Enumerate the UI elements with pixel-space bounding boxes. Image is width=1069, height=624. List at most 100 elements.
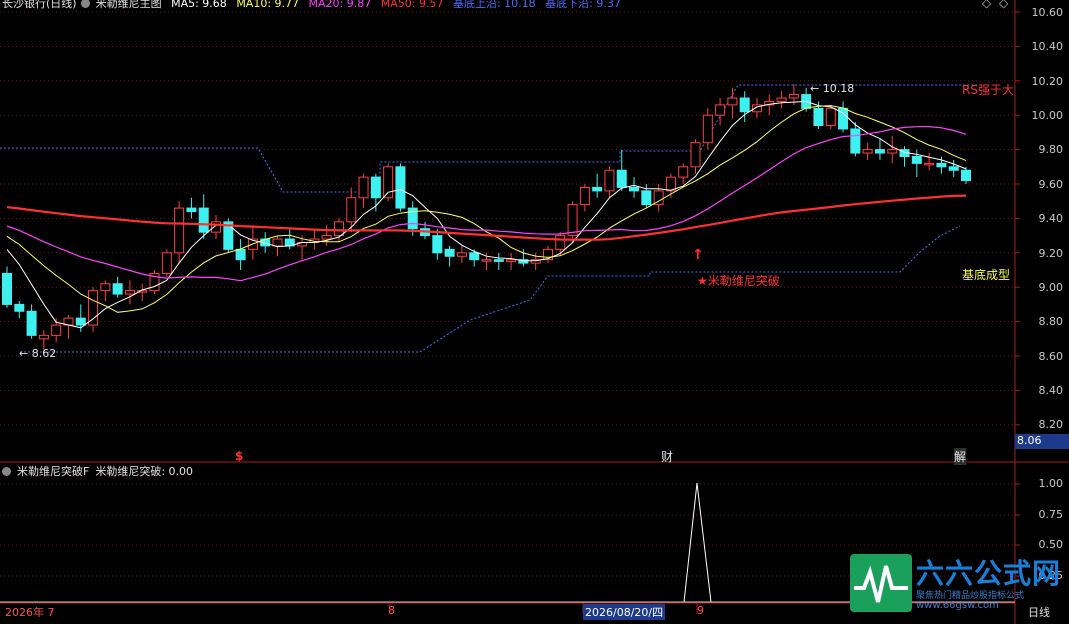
ma50-value: MA50: 9.57 (380, 0, 444, 10)
candle-down (874, 149, 885, 154)
chart-header: 长沙银行(日线) 米勒维尼主图 MA5: 9.68 MA10: 9.77 MA20… (2, 0, 627, 10)
candle-up (776, 97, 787, 102)
price-tick: 9.60 (1038, 178, 1064, 191)
candle-up (211, 221, 222, 233)
indicator-name[interactable]: 米勒维尼主图 (96, 0, 162, 10)
price-tick: 10.00 (1031, 109, 1064, 122)
logo-url: www.66gsw.com (916, 600, 999, 611)
price-tick: 9.00 (1038, 281, 1064, 294)
candle-up (567, 204, 578, 237)
candle-down (112, 283, 123, 295)
candle-up (124, 290, 135, 295)
ma20-value: MA20: 9.87 (308, 0, 372, 10)
candle-up (51, 324, 62, 336)
base-bottom-line (20, 225, 961, 353)
candle-up (88, 290, 99, 326)
candle-up (690, 142, 701, 168)
candle-down (948, 166, 959, 171)
candle-up (862, 149, 873, 154)
candle-down (850, 128, 861, 154)
event-marker-finance[interactable]: 财 (661, 448, 673, 465)
event-marker-unlock[interactable]: 解 (954, 448, 967, 465)
candle-down (641, 190, 652, 206)
candle-down (235, 248, 246, 261)
candle-up (161, 252, 172, 274)
candle-up (788, 94, 799, 99)
candle-up (825, 107, 836, 127)
logo-title: 六六公式网 (916, 557, 1062, 590)
price-tick: 9.40 (1038, 212, 1064, 225)
current-price-box: 8.06 (1015, 434, 1069, 449)
candle-down (911, 155, 922, 164)
candle-down (370, 176, 381, 199)
settings-icon[interactable] (80, 0, 90, 8)
sub-indicator-name[interactable]: 米勒维尼突破F (17, 465, 89, 478)
diamond-icon-2[interactable]: ◇ (999, 0, 1008, 10)
date-year: 2026年 7 (5, 606, 55, 619)
candle-up (38, 334, 49, 340)
candle-down (186, 207, 197, 213)
date-month-8: 8 (388, 604, 395, 617)
candle-up (481, 259, 492, 262)
candle-up (456, 252, 467, 257)
price-tick: 10.20 (1031, 75, 1064, 88)
candle-down (739, 97, 750, 113)
ma50-line (6, 194, 967, 241)
price-tick: 8.80 (1038, 315, 1064, 328)
sub-header: 米勒维尼突破F 米勒维尼突破: 0.00 (2, 465, 199, 478)
candle-down (493, 259, 504, 262)
low-value: 8.62 (31, 347, 57, 360)
candle-down (629, 186, 640, 192)
logo-icon (850, 554, 912, 612)
price-tick: 8.20 (1038, 418, 1064, 431)
date-month-9: 9 (697, 604, 704, 617)
price-tick: 9.20 (1038, 247, 1064, 260)
date-cursor: 2026/08/20/四 (583, 604, 666, 620)
candle-up (321, 235, 332, 240)
base-formed-label: 基底成型 (962, 268, 1011, 282)
high-value: 10.18 (822, 82, 855, 95)
candle-up (272, 238, 283, 247)
sub-settings-icon[interactable] (2, 467, 11, 476)
price-tick: 9.80 (1038, 143, 1064, 156)
breakout-label: ★米勒维尼突破 (697, 274, 780, 288)
candle-down (395, 166, 406, 209)
ma5-line (6, 100, 967, 329)
candle-up (555, 235, 566, 250)
high-label: ← 10.18 (810, 82, 855, 95)
candle-down (26, 310, 37, 336)
candle-up (887, 149, 898, 154)
candle-down (198, 207, 209, 233)
breakout-arrow-icon: ↑ (692, 247, 704, 263)
candle-up (358, 176, 369, 199)
event-marker-dividend[interactable]: $ (235, 449, 243, 463)
diamond-icon[interactable]: ◇ (982, 0, 991, 10)
main-chart[interactable] (0, 0, 1069, 624)
candle-down (936, 162, 947, 168)
low-label: ← 8.62 (19, 347, 57, 360)
candle-up (333, 221, 344, 237)
sub-tick: 1.00 (1038, 477, 1064, 490)
candle-up (174, 207, 185, 254)
candle-down (813, 107, 824, 127)
price-tick: 10.60 (1031, 6, 1064, 19)
candle-down (75, 317, 86, 326)
candle-down (592, 186, 603, 192)
base-bottom-value: 基底下沿: 9.37 (545, 0, 621, 10)
candle-up (924, 162, 935, 166)
price-tick: 8.40 (1038, 384, 1064, 397)
candle-up (100, 283, 111, 292)
candle-down (2, 272, 12, 305)
stock-title: 长沙银行(日线) (2, 0, 77, 10)
base-top-line (0, 84, 990, 193)
ma10-value: MA10: 9.77 (236, 0, 300, 10)
candle-up (506, 259, 517, 262)
candle-up (579, 186, 590, 206)
candle-up (727, 97, 738, 106)
sub-tick: 0.50 (1038, 538, 1064, 551)
ma5-value: MA5: 9.68 (171, 0, 227, 10)
candle-down (469, 252, 480, 261)
watermark-logo: 六六公式网 聚焦热门精品炒股指标公式 www.66gsw.com (850, 552, 1062, 614)
candle-up (346, 197, 357, 223)
candle-down (961, 169, 971, 182)
